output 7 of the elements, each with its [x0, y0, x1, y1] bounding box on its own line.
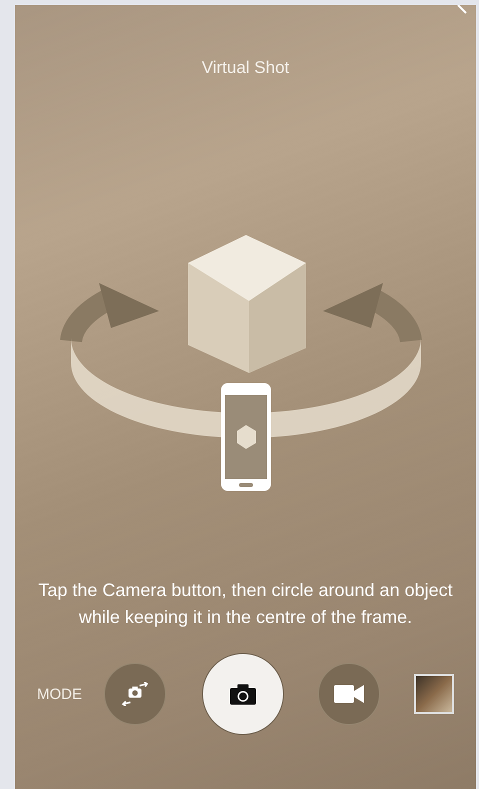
- camera-icon: [230, 684, 256, 704]
- mode-button[interactable]: MODE: [37, 686, 82, 702]
- gallery-thumbnail[interactable]: [414, 674, 454, 714]
- video-camera-icon: [334, 682, 364, 706]
- rotating-camera-icon: [120, 682, 150, 706]
- instruction-text: Tap the Camera button, then circle around an object while keeping it in the centre of the frame.: [37, 579, 454, 629]
- screen-title: Virtual Shot: [202, 58, 290, 78]
